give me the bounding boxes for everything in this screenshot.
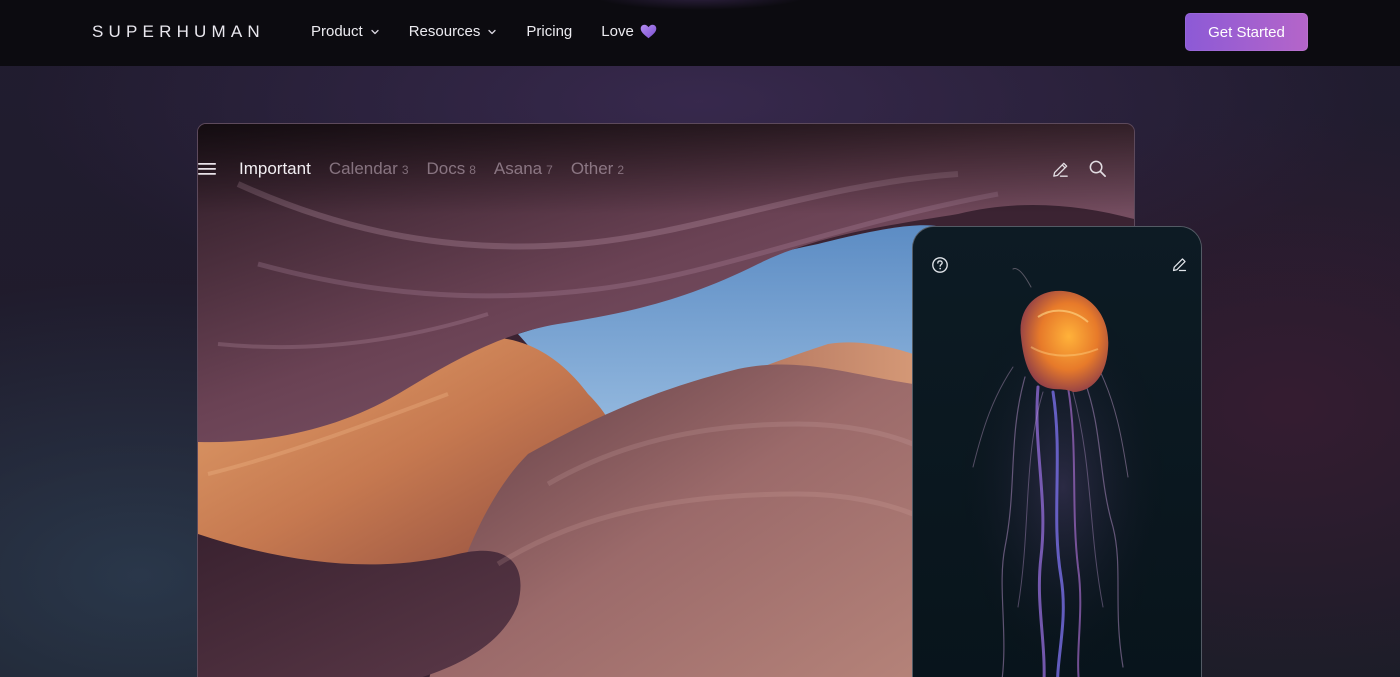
tab-asana-count: 7 xyxy=(546,163,553,177)
compose-icon[interactable] xyxy=(1171,256,1188,273)
purple-heart-icon xyxy=(640,24,657,39)
split-inbox-tabs: Important Calendar 3 Docs 8 Asana 7 Other 2 xyxy=(239,159,642,179)
tab-important-label: Important xyxy=(239,159,311,178)
nav-love-label: Love xyxy=(601,23,634,40)
tab-other[interactable]: Other 2 xyxy=(571,159,624,179)
superhuman-logo[interactable]: SUPERHUMAN xyxy=(92,22,265,42)
top-nav: SUPERHUMAN Product Resources Pricing Lov… xyxy=(0,0,1400,66)
nav-glow-decoration xyxy=(590,0,810,10)
tab-docs-count: 8 xyxy=(469,163,476,177)
nav-product-label: Product xyxy=(311,23,363,40)
chevron-down-icon xyxy=(371,29,379,34)
tab-calendar-label: Calendar xyxy=(328,159,398,178)
nav-resources-label: Resources xyxy=(408,23,481,40)
landing-page: SUPERHUMAN Product Resources Pricing Lov… xyxy=(0,0,1400,677)
tab-other-count: 2 xyxy=(617,163,625,177)
tab-calendar-count: 3 xyxy=(401,163,409,177)
nav-product-link[interactable]: Product xyxy=(311,23,380,40)
tab-docs[interactable]: Docs 8 xyxy=(427,159,476,179)
compose-icon[interactable] xyxy=(1051,160,1070,179)
nav-love-link[interactable]: Love xyxy=(601,23,657,40)
tab-asana[interactable]: Asana 7 xyxy=(494,159,553,179)
tab-calendar[interactable]: Calendar 3 xyxy=(329,159,409,179)
search-icon[interactable] xyxy=(1088,159,1107,178)
nav-pricing-link[interactable]: Pricing xyxy=(526,23,572,40)
help-icon[interactable] xyxy=(931,256,949,274)
nav-pricing-label: Pricing xyxy=(526,23,573,40)
phone-app-mockup xyxy=(912,226,1202,677)
menu-icon[interactable] xyxy=(198,161,217,177)
tab-asana-label: Asana xyxy=(493,159,543,178)
nav-links: Product Resources Pricing Love xyxy=(311,23,686,40)
chevron-down-icon xyxy=(488,29,497,34)
desktop-app-toolbar: Important Calendar 3 Docs 8 Asana 7 Other 2 xyxy=(198,152,1134,188)
tab-docs-label: Docs xyxy=(426,159,466,178)
nav-resources-link[interactable]: Resources xyxy=(409,23,498,40)
tab-other-label: Other xyxy=(570,159,614,178)
jellyfish-background-image xyxy=(913,227,1201,677)
get-started-button[interactable]: Get Started xyxy=(1185,13,1308,51)
tab-important[interactable]: Important xyxy=(239,159,311,179)
